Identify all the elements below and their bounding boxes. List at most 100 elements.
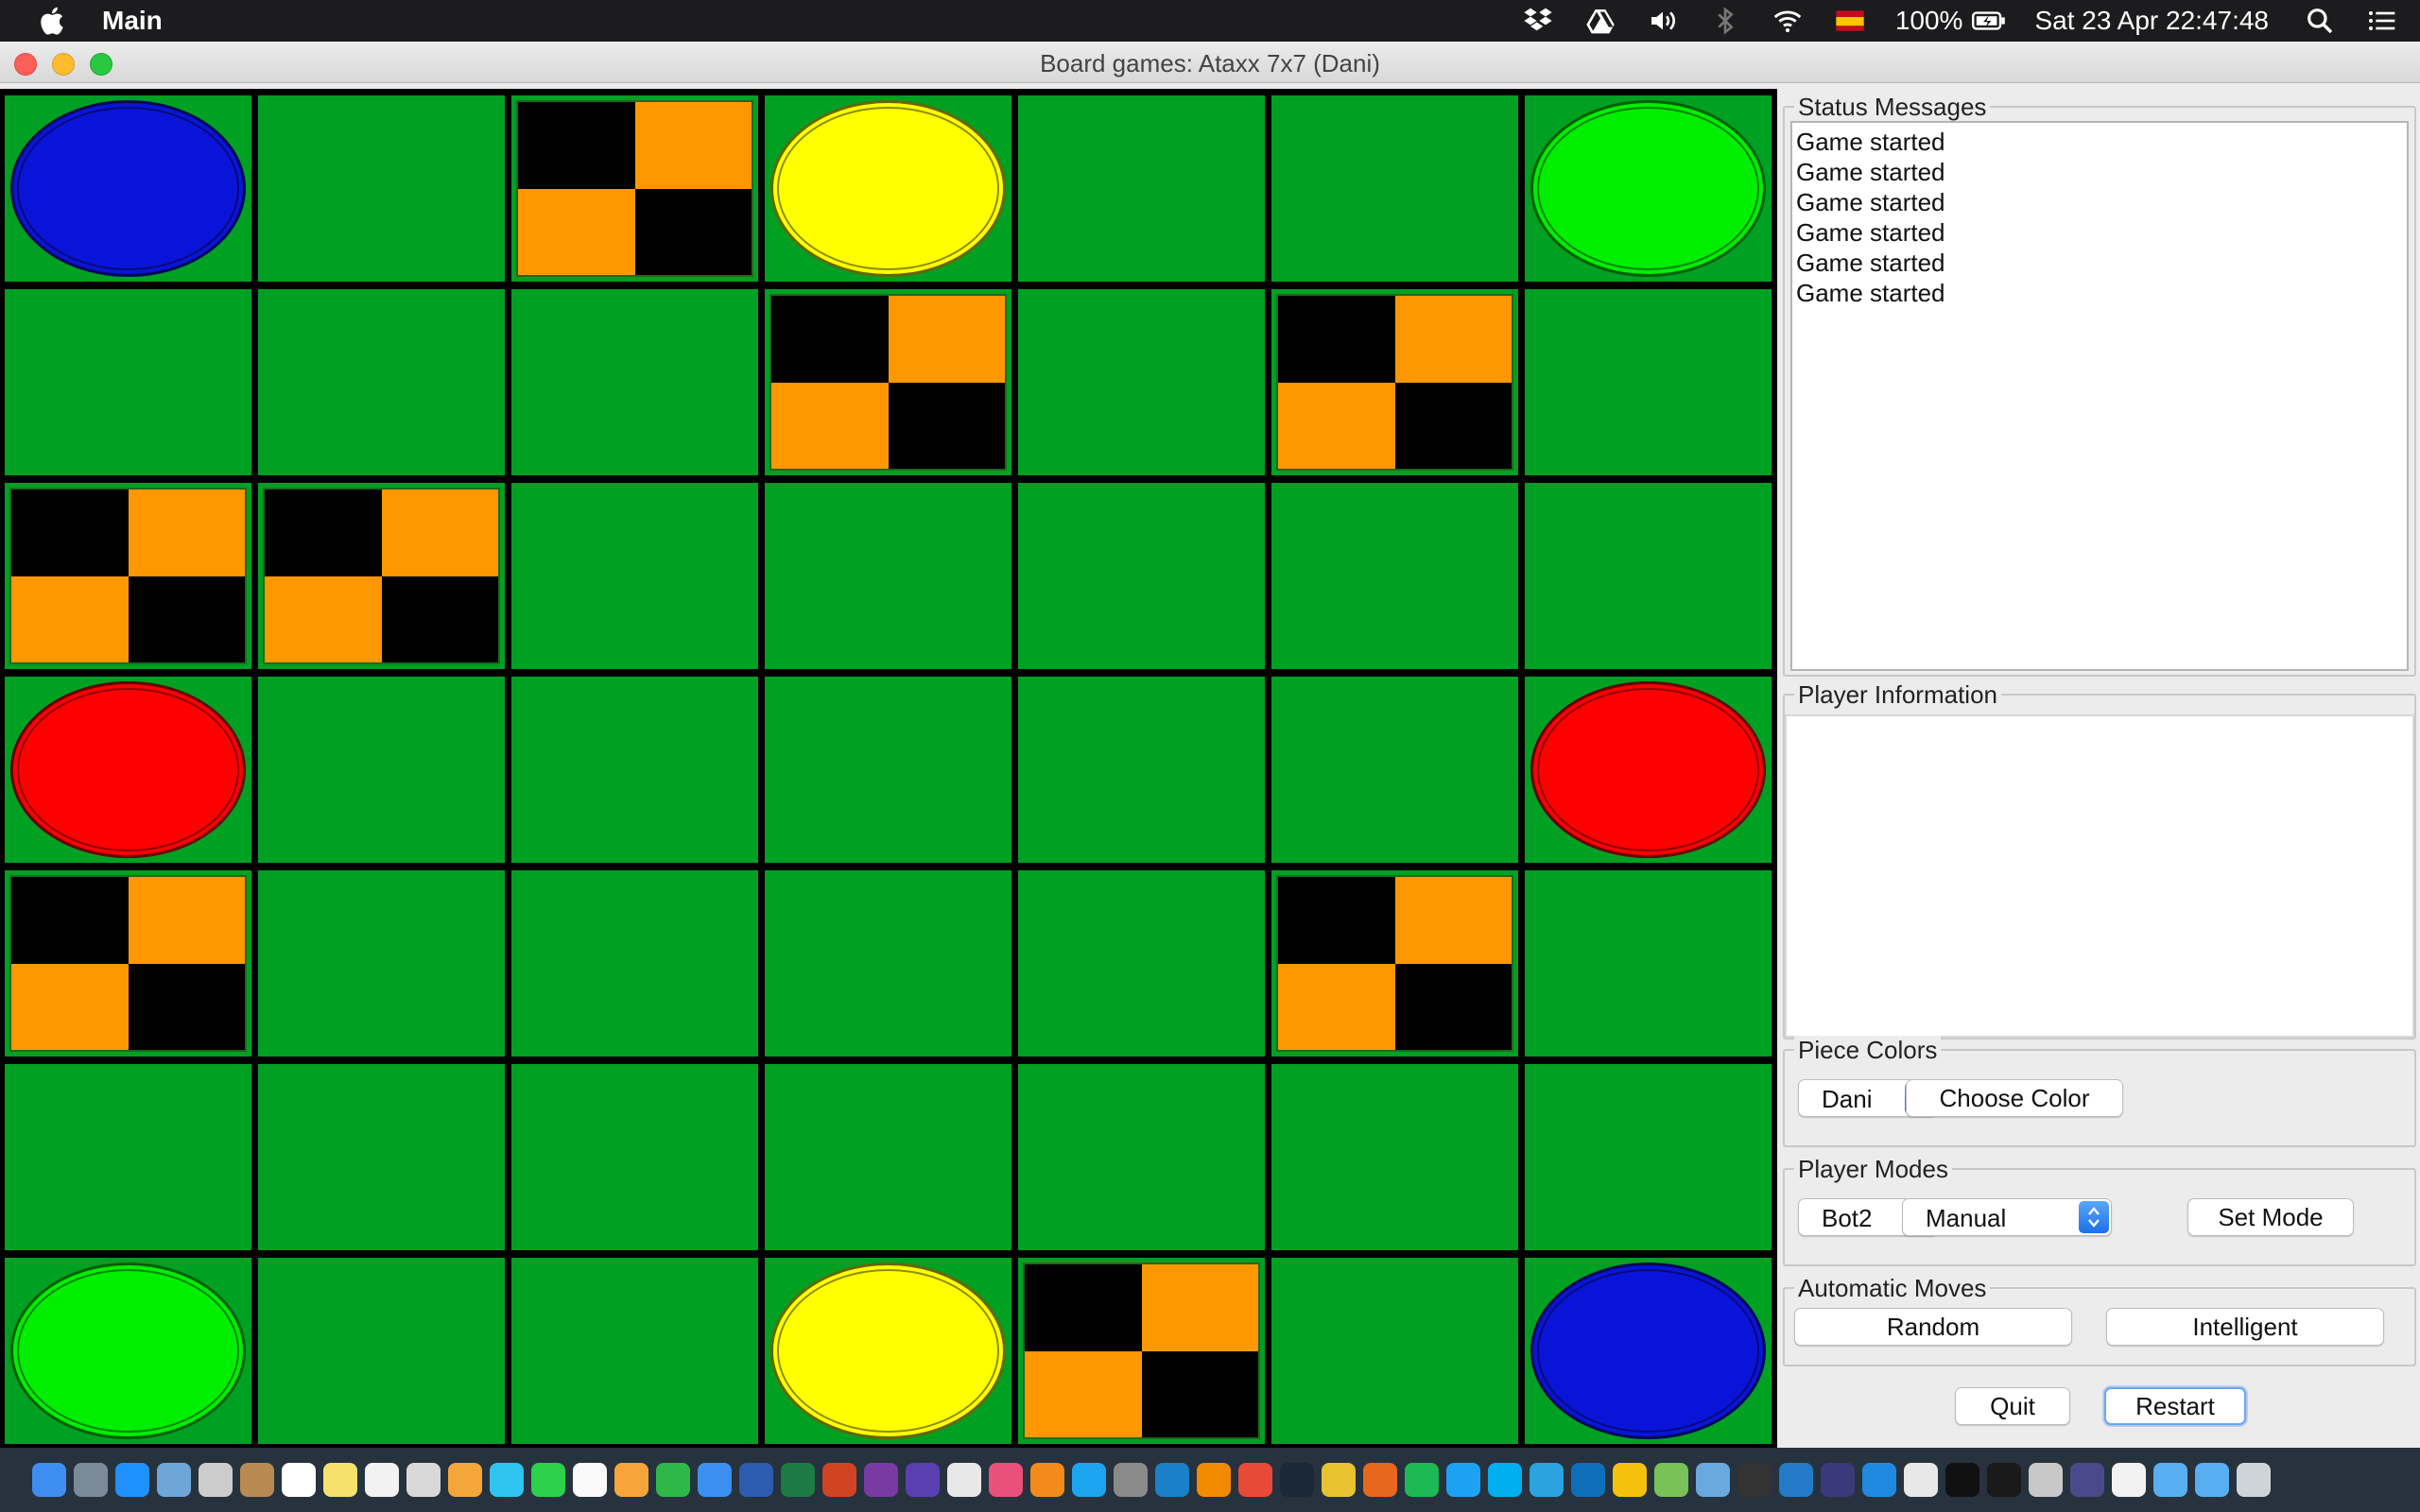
vlc-icon[interactable] — [1197, 1463, 1231, 1497]
downloads-icon[interactable] — [2195, 1463, 2229, 1497]
teamviewer-icon[interactable] — [1571, 1463, 1605, 1497]
board-cell-r3-c6[interactable] — [1271, 483, 1518, 669]
choose-color-button[interactable]: Choose Color — [1906, 1079, 2123, 1117]
trash-icon[interactable] — [2237, 1463, 2271, 1497]
bluetooth-icon[interactable] — [1708, 6, 1742, 36]
board-cell-r6-c3[interactable] — [511, 1064, 758, 1250]
board-cell-r3-c3[interactable] — [511, 483, 758, 669]
twitter-icon[interactable] — [1446, 1463, 1480, 1497]
restart-button[interactable]: Restart — [2104, 1387, 2246, 1425]
package-icon[interactable] — [1904, 1463, 1938, 1497]
blue-piece[interactable] — [1530, 1263, 1766, 1439]
popcorn-icon[interactable] — [1238, 1463, 1272, 1497]
battery-icon[interactable] — [1972, 6, 2006, 36]
board-cell-r4-c5[interactable] — [1018, 677, 1265, 863]
terminal-icon[interactable] — [1945, 1463, 1979, 1497]
board-cell-r2-c1[interactable] — [5, 289, 251, 475]
status-messages-textarea[interactable]: Game started Game started Game started Game… — [1790, 121, 2409, 671]
apple-icon[interactable] — [36, 4, 70, 38]
telegram-icon[interactable] — [1530, 1463, 1564, 1497]
contacts-icon[interactable] — [240, 1463, 274, 1497]
finder-icon[interactable] — [32, 1463, 66, 1497]
board-cell-r1-c7[interactable] — [1525, 95, 1772, 282]
skype-icon[interactable] — [1488, 1463, 1522, 1497]
photo-booth-icon[interactable] — [406, 1463, 441, 1497]
eclipse-2-icon[interactable] — [2070, 1463, 2104, 1497]
calendar-icon[interactable] — [282, 1463, 316, 1497]
volume-icon[interactable] — [1646, 6, 1680, 36]
dropbox-icon[interactable] — [1521, 6, 1555, 36]
board-cell-r2-c5[interactable] — [1018, 289, 1265, 475]
board-cell-r3-c5[interactable] — [1018, 483, 1265, 669]
board-cell-r1-c2[interactable] — [258, 95, 505, 282]
board-cell-r1-c6[interactable] — [1271, 95, 1518, 282]
board-cell-r1-c5[interactable] — [1018, 95, 1265, 282]
board-cell-r4-c1[interactable] — [5, 677, 251, 863]
green-piece[interactable] — [10, 1263, 246, 1439]
textedit-icon[interactable] — [573, 1463, 607, 1497]
board-cell-r2-c7[interactable] — [1525, 289, 1772, 475]
google-drive-icon[interactable] — [1583, 6, 1617, 36]
board-cell-r3-c4[interactable] — [765, 483, 1011, 669]
reminders-icon[interactable] — [365, 1463, 399, 1497]
board-cell-r4-c3[interactable] — [511, 677, 758, 863]
activity-monitor-icon[interactable] — [1987, 1463, 2021, 1497]
close-window-button[interactable] — [14, 53, 37, 76]
yellow-piece[interactable] — [770, 1263, 1006, 1439]
launchpad-icon[interactable] — [74, 1463, 108, 1497]
edge-icon[interactable] — [1155, 1463, 1189, 1497]
android-studio-icon[interactable] — [1654, 1463, 1688, 1497]
board-cell-r5-c4[interactable] — [765, 870, 1011, 1057]
player-information-table[interactable] — [1785, 714, 2414, 1038]
virtualbox-icon[interactable] — [1696, 1463, 1730, 1497]
board-cell-r1-c3[interactable] — [511, 95, 758, 282]
board-cell-r3-c1[interactable] — [5, 483, 251, 669]
facetime-icon[interactable] — [531, 1463, 565, 1497]
spotify-icon[interactable] — [1405, 1463, 1439, 1497]
input-source-flag-icon[interactable] — [1833, 6, 1867, 36]
board-cell-r6-c6[interactable] — [1271, 1064, 1518, 1250]
vscode-icon[interactable] — [1779, 1463, 1813, 1497]
board-cell-r3-c7[interactable] — [1525, 483, 1772, 669]
system-information-icon[interactable] — [2029, 1463, 2063, 1497]
eclipse-icon[interactable] — [1821, 1463, 1855, 1497]
automator-icon[interactable] — [199, 1463, 233, 1497]
board-cell-r5-c5[interactable] — [1018, 870, 1265, 1057]
prism-icon[interactable] — [947, 1463, 981, 1497]
board-cell-r2-c4[interactable] — [765, 289, 1011, 475]
board-cell-r5-c2[interactable] — [258, 870, 505, 1057]
spotlight-search-icon[interactable] — [2303, 6, 2337, 36]
app-menu-name[interactable]: Main — [102, 6, 163, 36]
yellow-piece[interactable] — [770, 100, 1006, 277]
powerpoint-icon[interactable] — [822, 1463, 856, 1497]
messages-icon[interactable] — [490, 1463, 524, 1497]
board-cell-r1-c1[interactable] — [5, 95, 251, 282]
board-cell-r5-c3[interactable] — [511, 870, 758, 1057]
player-mode-select[interactable]: Manual — [1902, 1198, 2112, 1236]
google-drive-icon[interactable] — [1613, 1463, 1647, 1497]
board-cell-r7-c7[interactable] — [1525, 1258, 1772, 1444]
board-cell-r4-c2[interactable] — [258, 677, 505, 863]
board-cell-r4-c4[interactable] — [765, 677, 1011, 863]
word-icon[interactable] — [739, 1463, 773, 1497]
red-piece[interactable] — [1530, 681, 1766, 858]
onenote-icon[interactable] — [864, 1463, 898, 1497]
github-icon[interactable] — [1737, 1463, 1772, 1497]
red-piece[interactable] — [10, 681, 246, 858]
itunes-icon[interactable] — [989, 1463, 1023, 1497]
safari-icon[interactable] — [115, 1463, 149, 1497]
java-icon[interactable] — [2112, 1463, 2146, 1497]
steam-icon[interactable] — [1280, 1463, 1314, 1497]
board-cell-r7-c1[interactable] — [5, 1258, 251, 1444]
minimize-window-button[interactable] — [52, 53, 75, 76]
pages-icon[interactable] — [614, 1463, 648, 1497]
title-bar[interactable]: Board games: Ataxx 7x7 (Dani) — [0, 43, 2420, 83]
intelligent-move-button[interactable]: Intelligent — [2106, 1308, 2384, 1346]
board-cell-r5-c7[interactable] — [1525, 870, 1772, 1057]
chrome-icon[interactable] — [1322, 1463, 1356, 1497]
board-cell-r4-c6[interactable] — [1271, 677, 1518, 863]
system-preferences-icon[interactable] — [1114, 1463, 1148, 1497]
board-cell-r2-c3[interactable] — [511, 289, 758, 475]
quit-button[interactable]: Quit — [1955, 1387, 2070, 1425]
board-cell-r7-c4[interactable] — [765, 1258, 1011, 1444]
